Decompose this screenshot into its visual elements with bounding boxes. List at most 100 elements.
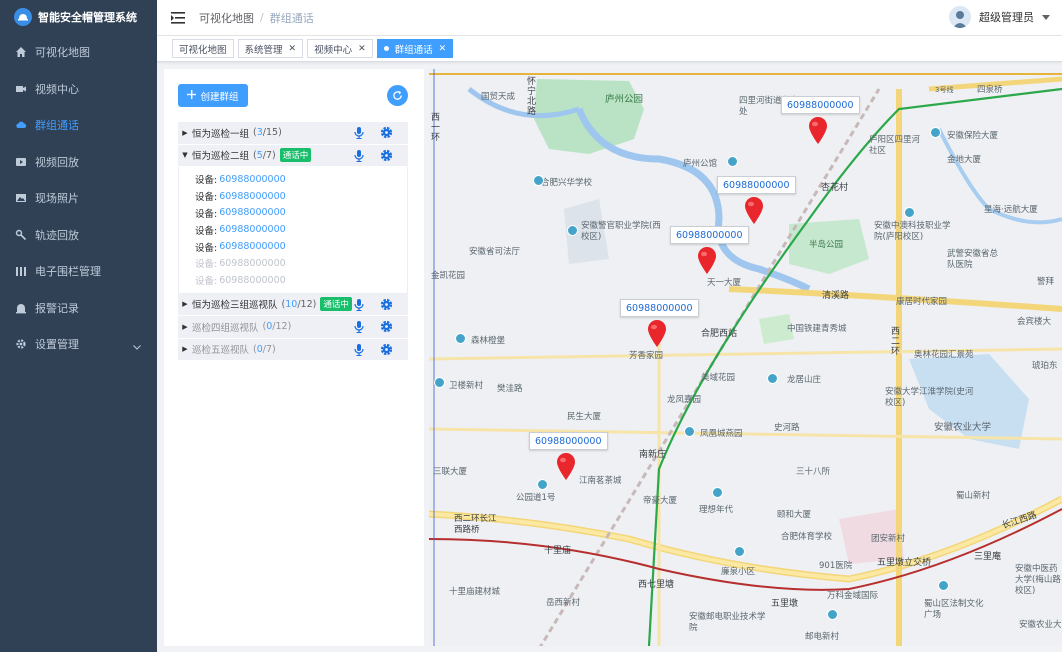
poi-icon — [938, 580, 949, 591]
breadcrumb-item-home[interactable]: 可视化地图 — [199, 10, 254, 26]
map-view[interactable]: 国贸天成 庐州公园 四里河街道办事处 四泉桥 庐阳区四里河社区 安徽保险大厦 金… — [429, 69, 1062, 646]
map-label: 金凯花园 — [431, 271, 466, 281]
member-item[interactable]: 设备: 60988000000 — [195, 255, 407, 272]
gear-icon[interactable] — [380, 320, 393, 336]
map-label: 怀宁北路 — [527, 77, 537, 117]
video-camera-icon — [15, 83, 27, 95]
tab-2[interactable]: 视频中心 ✕ — [307, 39, 373, 58]
close-icon[interactable]: ✕ — [289, 44, 297, 54]
map-label: 合肥西站 — [701, 329, 738, 339]
group-row[interactable]: ▶ 巡检五巡视队 (0/7) — [178, 338, 408, 362]
microphone-icon[interactable] — [354, 298, 364, 314]
sidebar-item-video-camera[interactable]: 视频中心 — [0, 71, 157, 108]
sidebar-item-track[interactable]: 轨迹回放 — [0, 217, 157, 254]
avatar — [949, 6, 971, 28]
map-marker-pin-icon[interactable] — [556, 453, 576, 481]
tab-1[interactable]: 系统管理 ✕ — [237, 39, 304, 58]
map-label: 安徽农业大学 — [1019, 620, 1062, 630]
microphone-icon[interactable] — [354, 321, 364, 336]
alarm-icon — [15, 302, 27, 314]
member-device-id: 60988000000 — [219, 173, 286, 185]
member-item[interactable]: 设备: 60988000000 — [195, 272, 407, 289]
group-row[interactable]: ▼ 恒为巡检二组 (5/7) 通话中 — [178, 144, 408, 167]
group-row[interactable]: ▶ 恒为巡检三组巡视队 (10/12) 通话中 — [178, 293, 408, 317]
microphone-icon[interactable] — [354, 127, 364, 142]
sidebar-item-photo[interactable]: 现场照片 — [0, 180, 157, 217]
poi-icon — [712, 487, 723, 498]
gear-icon[interactable] — [380, 126, 393, 142]
create-group-button[interactable]: 创建群组 — [178, 84, 248, 107]
map-label: 蜀山新村 — [956, 491, 991, 501]
map-marker-pin-icon[interactable] — [697, 247, 717, 275]
map-label: 廉泉小区 — [721, 567, 756, 577]
caret-right-icon[interactable]: ▶ — [178, 323, 192, 331]
sidebar-item-home[interactable]: 可视化地图 — [0, 34, 157, 71]
caret-right-icon[interactable]: ▶ — [178, 129, 192, 137]
close-icon[interactable]: ✕ — [358, 44, 366, 54]
sidebar: 智能安全帽管理系统 可视化地图视频中心群组通话 视频回放 现场照片 轨迹回放 电子围栏管… — [0, 0, 157, 652]
map-label: 警拜 — [1037, 277, 1055, 287]
sidebar-item-settings[interactable]: 设置管理 — [0, 326, 157, 363]
map-label: 十里庙 — [544, 546, 572, 556]
map-label: 天一大厦 — [707, 278, 742, 288]
caret-right-icon[interactable]: ▶ — [178, 345, 192, 353]
map-label: 安徽保险大厦 — [947, 131, 999, 141]
member-item[interactable]: 设备: 60988000000 — [195, 238, 407, 255]
poi-icon — [827, 609, 838, 620]
hamburger-menu-icon[interactable] — [157, 11, 199, 24]
member-label: 设备: — [195, 276, 218, 288]
map-marker-pin-icon[interactable] — [647, 320, 667, 348]
gear-icon[interactable] — [380, 149, 393, 165]
group-name: 恒为巡检二组 — [192, 151, 250, 163]
in-call-badge: 通话中 — [320, 297, 352, 312]
poi-icon — [537, 479, 548, 490]
marker-label[interactable]: 60988000000 — [620, 299, 699, 317]
microphone-icon[interactable] — [354, 149, 364, 165]
sidebar-item-label: 视频中心 — [35, 82, 79, 96]
marker-label[interactable]: 60988000000 — [670, 226, 749, 244]
map-label: 金地大厦 — [947, 155, 982, 165]
map-label: 中国铁建青秀城 — [787, 324, 847, 334]
map-label: 安徽中医药大学(梅山路校区) — [1015, 564, 1061, 596]
gear-icon[interactable] — [380, 298, 393, 314]
member-item[interactable]: 设备: 60988000000 — [195, 171, 407, 188]
marker-label[interactable]: 60988000000 — [529, 432, 608, 450]
member-item[interactable]: 设备: 60988000000 — [195, 205, 407, 222]
tab-3[interactable]: 群组通话 ✕ — [376, 39, 454, 58]
group-row[interactable]: ▶ 巡检四组巡视队 (0/12) — [178, 316, 408, 339]
member-item[interactable]: 设备: 60988000000 — [195, 221, 407, 238]
group-row[interactable]: ▶ 恒为巡检一组 (3/15) — [178, 122, 408, 145]
member-item[interactable]: 设备: 60988000000 — [195, 188, 407, 205]
sidebar-item-fence[interactable]: 电子围栏管理 — [0, 253, 157, 290]
map-label: 星海·远航大厦 — [984, 205, 1038, 215]
sidebar-item-alarm[interactable]: 报警记录 — [0, 290, 157, 327]
microphone-icon[interactable] — [354, 343, 364, 359]
caret-down-icon[interactable]: ▼ — [178, 151, 192, 159]
close-icon[interactable]: ✕ — [439, 44, 447, 54]
group-total-count: /12 — [272, 321, 288, 333]
map-marker-pin-icon[interactable] — [808, 117, 828, 145]
sidebar-item-playback[interactable]: 视频回放 — [0, 144, 157, 181]
brand: 智能安全帽管理系统 — [0, 0, 157, 34]
map-marker-pin-icon[interactable] — [744, 197, 764, 225]
caret-right-icon[interactable]: ▶ — [178, 300, 192, 308]
map-label: 民生大厦 — [567, 412, 602, 422]
sidebar-item-label: 报警记录 — [35, 301, 79, 315]
map-label: 龙居山庄 — [787, 375, 822, 385]
sidebar-item-cloud[interactable]: 群组通话 — [0, 107, 157, 144]
tab-label: 群组通话 — [394, 44, 433, 56]
member-device-id: 60988000000 — [219, 224, 286, 236]
group-count: (5/7) — [253, 149, 276, 161]
map-label: 五里墩 — [771, 599, 799, 609]
tab-0[interactable]: 可视化地图 — [172, 39, 234, 58]
poi-icon — [930, 127, 941, 138]
gear-icon[interactable] — [380, 343, 393, 359]
map-label: 南新庄 — [639, 450, 667, 460]
marker-label[interactable]: 60988000000 — [717, 176, 796, 194]
marker-label[interactable]: 60988000000 — [781, 96, 860, 114]
user-menu[interactable]: 超级管理员 — [949, 6, 1050, 28]
home-icon — [15, 46, 27, 58]
refresh-button[interactable] — [387, 85, 408, 106]
plus-icon — [187, 89, 197, 102]
member-label: 设备: — [195, 242, 218, 254]
